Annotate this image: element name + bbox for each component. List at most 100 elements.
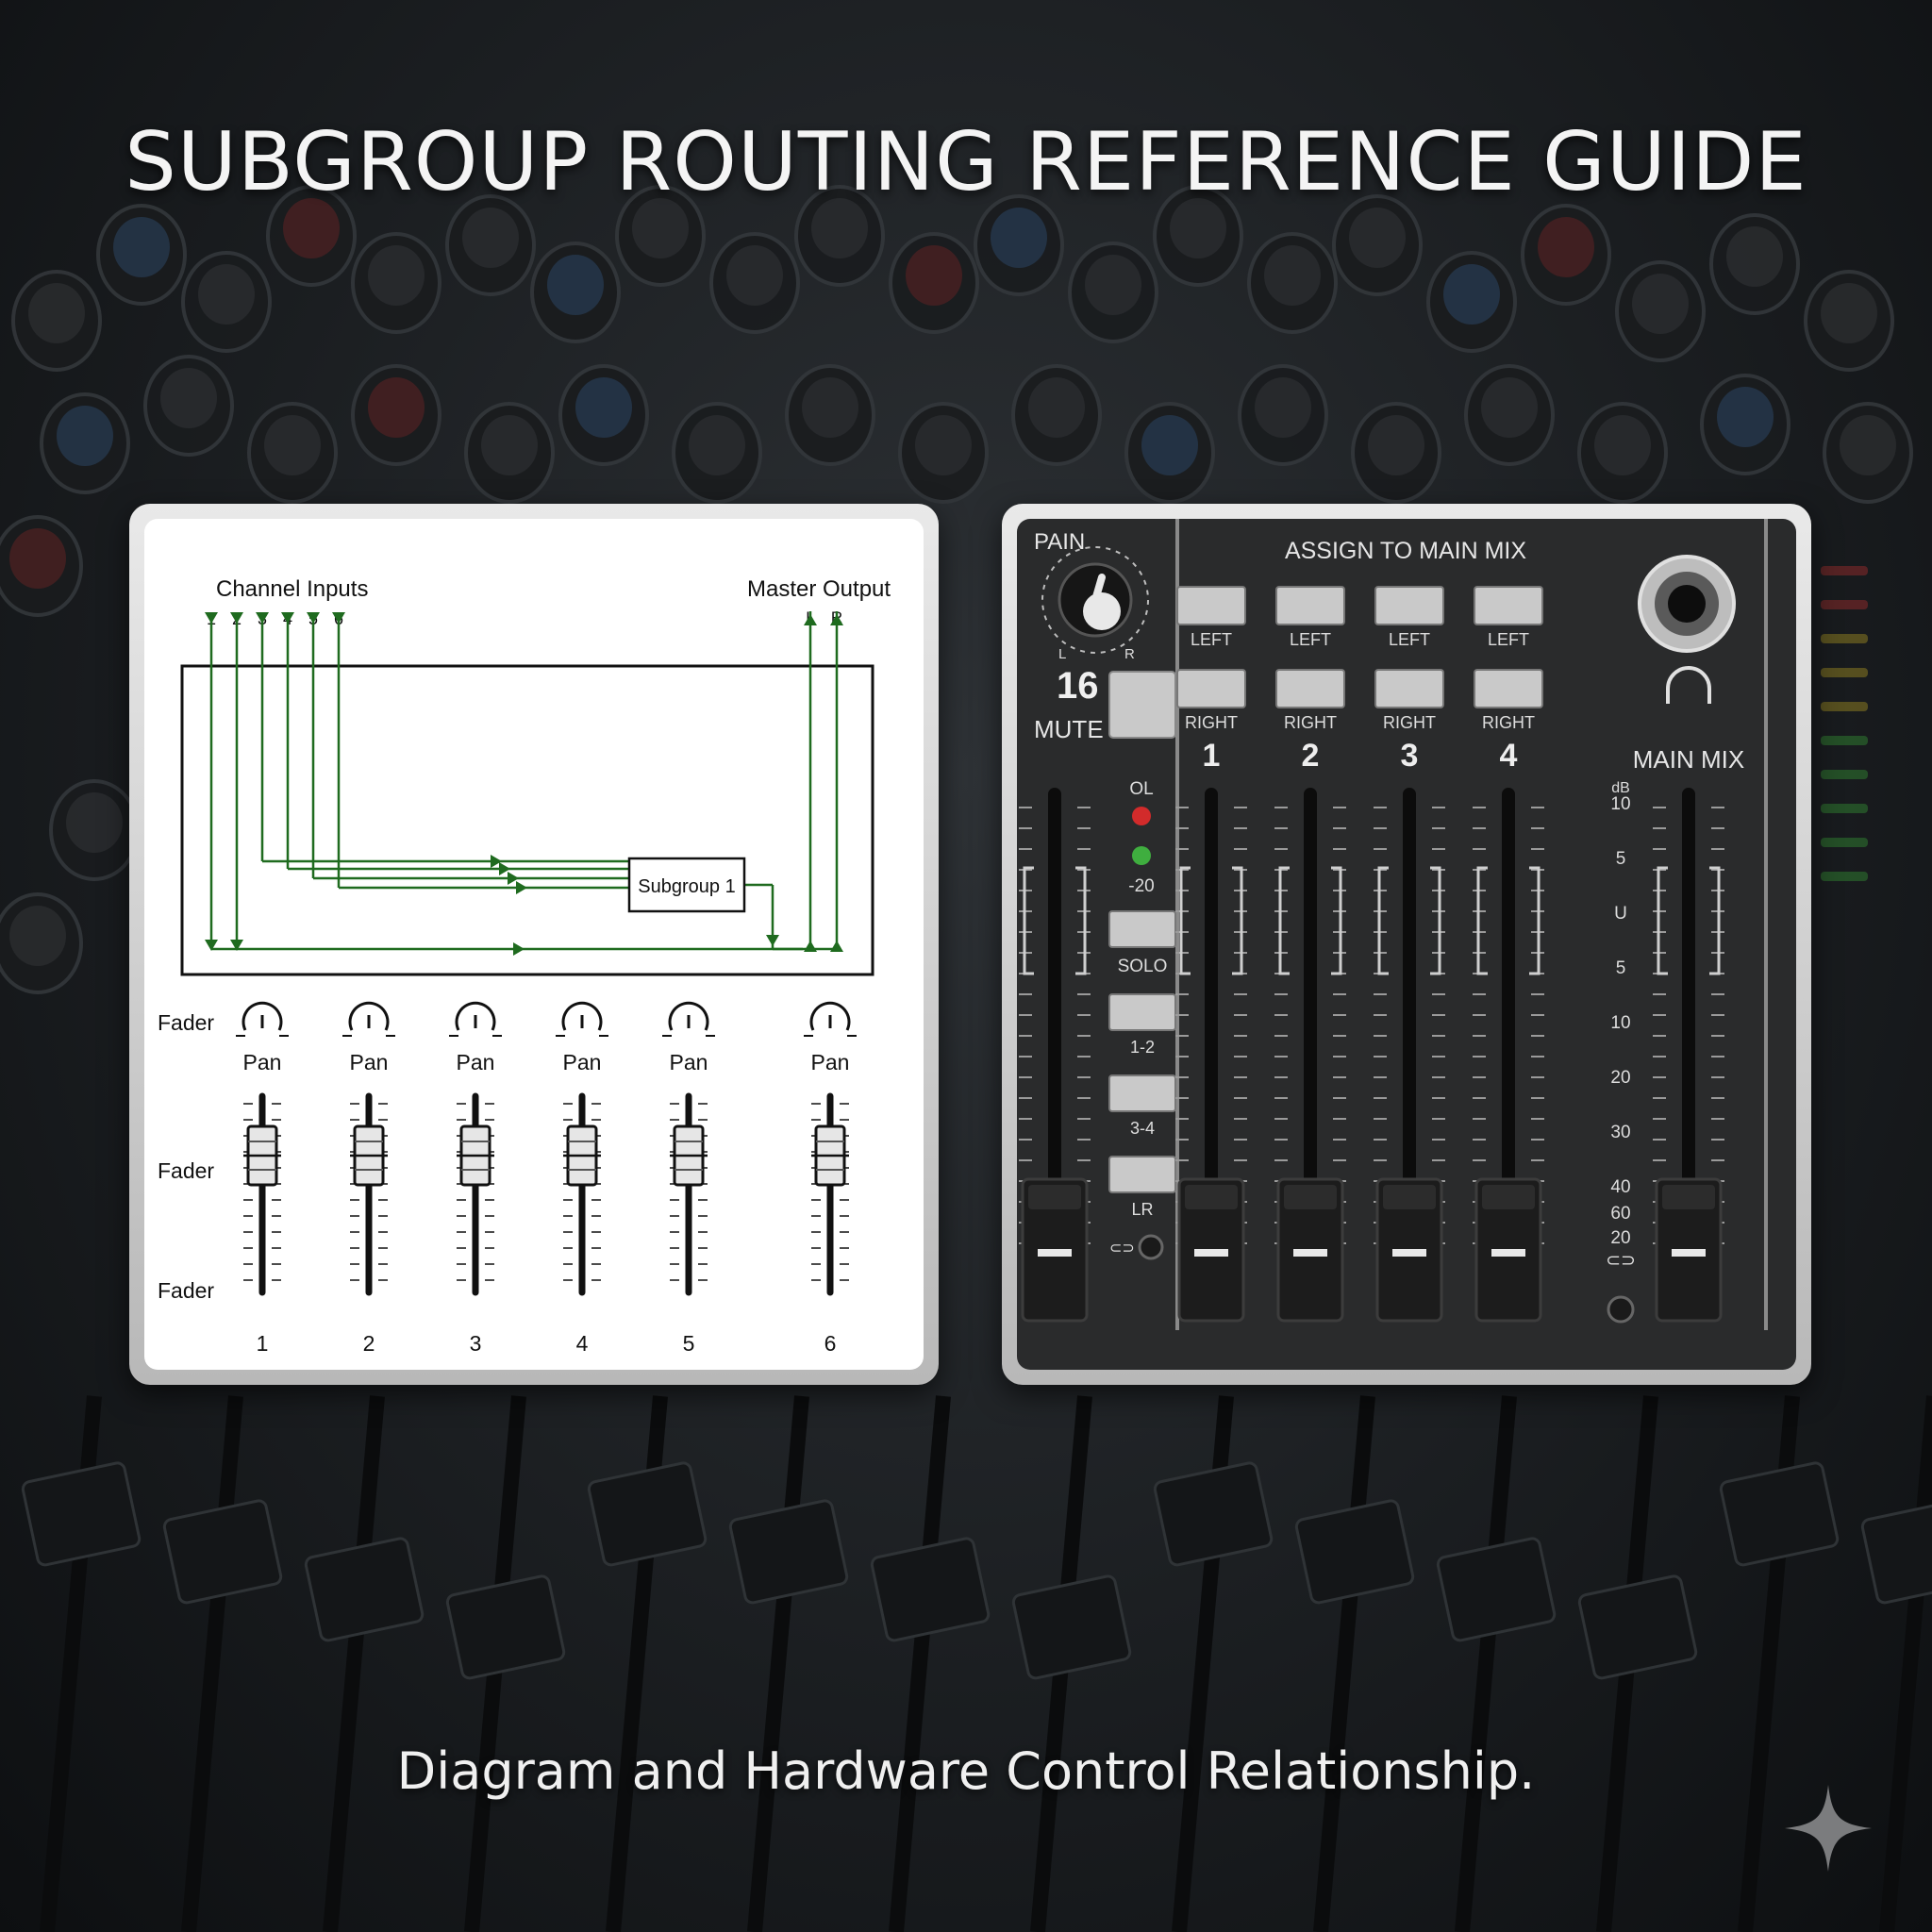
mute-button[interactable] [1108,671,1176,739]
ol-label: OL [1129,779,1153,799]
bg-fader-slot [747,1395,809,1932]
fader-knob-top [1028,1185,1081,1209]
bg-knob-cap [1481,377,1538,438]
pan-label: Pan [350,1050,389,1074]
panel-screw [1607,1295,1635,1324]
bg-fader-cap [304,1537,425,1642]
fader-bracket [1709,866,1721,975]
assign-right-label: RIGHT [1284,713,1337,732]
bg-meter-led [1821,668,1868,677]
assign-right-label: RIGHT [1482,713,1535,732]
group-number: 2 [1302,738,1320,774]
diagram-channel-strips: Pan 1 Pan 2 Pan 3 Pan 4 Pan 5 Pan 6 [236,1001,857,1356]
signal-led [1132,846,1151,865]
bg-knob-cap [1085,255,1141,315]
bg-knob-cap [28,283,85,343]
master-output-label: Master Output [747,576,891,602]
pan-label: Pan [670,1050,708,1074]
fader-knob-indicator [1672,1249,1706,1257]
db-scale-label: 20 [1610,1068,1630,1088]
bg-knob-cap [1443,264,1500,325]
fader-knob-indicator [1038,1249,1072,1257]
assign-left-button[interactable] [1176,586,1246,625]
fader-knob-top [1284,1185,1337,1209]
fader-bracket [1179,866,1191,975]
solo-button[interactable] [1108,910,1176,948]
bg-knob-cap [1821,283,1877,343]
bg-knob-cap [802,377,858,438]
db-scale-label: 5 [1616,849,1626,869]
arrow-down [766,935,779,946]
db-scale-label: U [1614,904,1627,924]
bg-meter-led [1821,600,1868,609]
solo-label: SOLO [1118,957,1168,976]
bg-meter-led [1821,804,1868,813]
db-scale-label: ⊂⊃ [1606,1251,1636,1271]
assign-left-button[interactable] [1474,586,1543,625]
bg-knob-cap [906,245,962,306]
assign-left-label: LEFT [1389,630,1430,649]
fader-knob-top [1383,1185,1436,1209]
page-title: SUBGROUP ROUTING REFERENCE GUIDE [125,115,1807,209]
assign-12-button[interactable] [1108,993,1176,1031]
mute-label: MUTE [1034,715,1104,743]
assign-lr-button[interactable] [1108,1156,1176,1193]
fader-bracket [1657,866,1668,975]
bg-knob-cap [368,245,425,306]
bg-knob-cap [1368,415,1424,475]
bg-meter-led [1821,634,1868,643]
bg-knob-cap [1538,217,1594,277]
assign-buttons: LEFT RIGHT 1 LEFT RIGHT 2 LEFT RIGHT 3 LEFT RIGHT 4 [1176,586,1543,774]
bg-knob-cap [1632,274,1689,334]
bg-meter-led [1821,770,1868,779]
bg-fader-cap [1860,1499,1932,1605]
bg-knob-cap [198,264,255,325]
assign-right-button[interactable] [1176,669,1246,708]
bg-knob-cap [1255,377,1311,438]
channel-number: 6 [824,1331,837,1356]
assign-34-button[interactable] [1108,1074,1176,1112]
arrow-right [513,942,525,956]
bg-fader-cap [1719,1461,1840,1567]
group-number: 1 [1203,738,1221,774]
channel-number: 5 [683,1331,695,1356]
ol-led [1132,807,1151,825]
assign-right-button[interactable] [1275,669,1345,708]
subgroup-1-label: Subgroup 1 [638,876,735,897]
fader-bracket [1232,866,1243,975]
bg-knob-cap [57,406,113,466]
db-scale-label: 10 [1610,1013,1630,1033]
db-scale-label: 5 [1616,958,1626,978]
assign-left-button[interactable] [1275,586,1345,625]
bg-knob-cap [368,377,425,438]
assign-left-label: LEFT [1191,630,1232,649]
fader-knob-indicator [1392,1249,1426,1257]
db-scale: 10 5 U 5 10 20 30 40 60 20 ⊂⊃ [1606,794,1636,1271]
fader-label-bottom: Fader [158,1278,214,1303]
assign-title: ASSIGN TO MAIN MIX [1285,538,1526,564]
channel-number: 16 [1057,665,1099,707]
fader-knob-indicator [1491,1249,1525,1257]
bg-knob-cap [689,415,745,475]
fader-knob-indicator [1194,1249,1228,1257]
channel-number: 2 [363,1331,375,1356]
bg-fader-cap [445,1574,566,1680]
fader-bracket [1278,866,1290,975]
routing-diagram-panel: Channel Inputs Master Output L R 123456 … [129,504,939,1385]
bg-meter-led [1821,872,1868,881]
main-mix-label: MAIN MIX [1633,745,1744,774]
pan-knob-cap [1083,592,1121,630]
link-symbol: ⊂⊃ [1109,1241,1135,1257]
bg-knob-cap [264,415,321,475]
bg-fader-cap [162,1499,283,1605]
bg-knob-cap [462,208,519,268]
assign-34-label: 3-4 [1130,1119,1155,1138]
assign-left-button[interactable] [1374,586,1444,625]
pan-l-label: L [1058,646,1066,662]
assign-right-button[interactable] [1374,669,1444,708]
assign-right-button[interactable] [1474,669,1543,708]
db-scale-label: 20 [1610,1228,1630,1248]
bg-knob-cap [113,217,170,277]
db-scale-label: 30 [1610,1123,1630,1142]
bg-fader-cap [728,1499,849,1605]
